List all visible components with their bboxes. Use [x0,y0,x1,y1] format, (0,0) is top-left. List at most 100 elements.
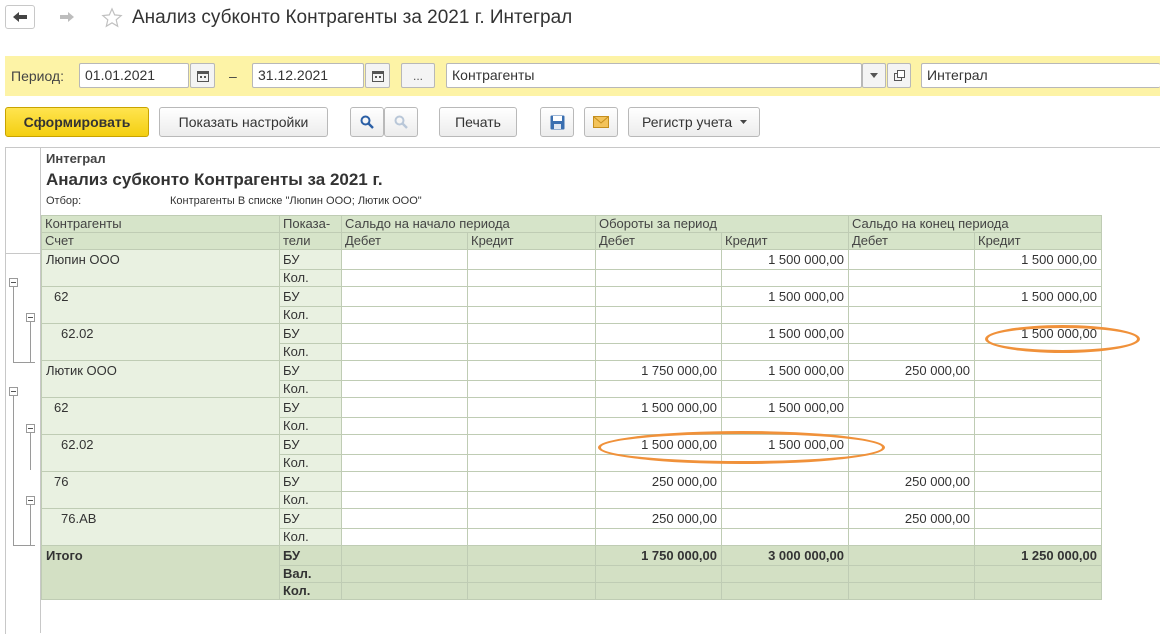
total-amount-cell[interactable] [848,545,975,566]
tree-collapse-icon[interactable] [26,496,35,505]
tree-collapse-icon[interactable] [9,387,18,396]
amount-cell[interactable] [848,397,975,418]
date-from-calendar-button[interactable] [190,63,215,88]
indicator-cell: Кол. [279,417,342,435]
amount-cell[interactable]: 1 500 000,00 [721,249,849,270]
show-settings-button[interactable]: Показать настройки [159,107,328,137]
amount-cell[interactable] [974,508,1102,529]
amount-cell[interactable]: 1 500 000,00 [721,323,849,344]
amount-cell[interactable]: 250 000,00 [848,360,975,381]
report-title: Анализ субконто Контрагенты за 2021 г. [46,170,383,189]
period-select-button[interactable]: ... [401,63,435,88]
amount-cell[interactable] [974,397,1102,418]
amount-cell[interactable] [595,286,722,307]
amount-cell[interactable] [341,286,468,307]
tree-collapse-icon[interactable] [26,424,35,433]
total-amount-cell [848,565,975,583]
amount-cell[interactable] [467,286,596,307]
indicator-cell: БУ [279,360,342,381]
amount-cell[interactable] [341,508,468,529]
subconto-type-field[interactable]: Контрагенты [446,63,862,88]
forward-button[interactable] [52,5,82,29]
amount-cell[interactable] [721,471,849,492]
total-amount-cell[interactable]: 1 250 000,00 [974,545,1102,566]
amount-cell[interactable] [848,323,975,344]
amount-cell[interactable] [974,360,1102,381]
tree-line [30,505,31,545]
amount-cell [467,380,596,398]
amount-cell[interactable]: 1 750 000,00 [595,360,722,381]
account-cell[interactable]: 62 [41,397,280,435]
amount-cell[interactable]: 1 500 000,00 [595,397,722,418]
subconto-dropdown-button[interactable] [862,63,886,88]
amount-cell[interactable] [974,471,1102,492]
amount-cell[interactable] [467,323,596,344]
total-amount-cell[interactable]: 1 750 000,00 [595,545,722,566]
amount-cell[interactable]: 250 000,00 [848,508,975,529]
amount-cell[interactable] [595,323,722,344]
back-button[interactable] [5,5,35,29]
amount-cell[interactable] [595,249,722,270]
favorite-star-icon[interactable] [101,7,123,29]
total-amount-cell [595,565,722,583]
amount-cell[interactable]: 1 500 000,00 [721,397,849,418]
account-cell[interactable]: 76.АВ [41,508,280,546]
register-button[interactable]: Регистр учета [628,107,760,137]
amount-cell[interactable] [848,286,975,307]
date-to-field[interactable]: 31.12.2021 [252,63,364,88]
report-table: Контрагенты Показа- Сальдо на начало пер… [41,215,1102,600]
save-button[interactable] [540,107,574,137]
amount-cell[interactable]: 1 500 000,00 [721,286,849,307]
account-cell[interactable]: 62.02 [41,323,280,361]
amount-cell[interactable] [341,471,468,492]
indicator-cell: Кол. [279,582,342,600]
account-cell[interactable]: 62.02 [41,434,280,472]
amount-cell[interactable] [341,323,468,344]
table-row: 62 БУ 1 500 000,00 1 500 000,00 [41,286,1102,324]
account-cell[interactable]: 62 [41,286,280,324]
highlight-ellipse [985,325,1140,353]
amount-cell[interactable] [848,249,975,270]
total-amount-cell[interactable] [467,545,596,566]
amount-cell[interactable]: 250 000,00 [848,471,975,492]
total-amount-cell[interactable]: 3 000 000,00 [721,545,849,566]
search-cancel-button[interactable] [384,107,418,137]
amount-cell[interactable]: 1 500 000,00 [974,286,1102,307]
amount-cell[interactable] [467,360,596,381]
amount-cell[interactable] [341,249,468,270]
search-button[interactable] [350,107,384,137]
date-from-field[interactable]: 01.01.2021 [79,63,189,88]
amount-cell[interactable]: 250 000,00 [595,508,722,529]
tree-collapse-icon[interactable] [9,278,18,287]
period-label: Период: [11,68,64,84]
amount-cell [974,306,1102,324]
amount-cell[interactable] [341,397,468,418]
amount-cell[interactable]: 1 500 000,00 [974,249,1102,270]
header-cell: Счет [41,232,280,250]
amount-cell[interactable] [467,471,596,492]
amount-cell[interactable] [341,434,468,455]
report-org: Интеграл [46,151,106,166]
amount-cell[interactable] [341,360,468,381]
subconto-open-button[interactable] [887,63,911,88]
amount-cell[interactable] [467,434,596,455]
amount-cell[interactable]: 1 500 000,00 [721,360,849,381]
amount-cell[interactable]: 250 000,00 [595,471,722,492]
email-button[interactable] [584,107,618,137]
account-cell[interactable]: Люпин ООО [41,249,280,287]
account-cell[interactable]: Лютик ООО [41,360,280,398]
generate-button[interactable]: Сформировать [5,107,149,137]
amount-cell[interactable] [467,249,596,270]
tree-collapse-icon[interactable] [26,313,35,322]
amount-cell [848,343,975,361]
amount-cell[interactable] [467,397,596,418]
print-button[interactable]: Печать [439,107,517,137]
amount-cell[interactable] [974,434,1102,455]
date-to-calendar-button[interactable] [365,63,390,88]
amount-cell[interactable] [721,508,849,529]
organization-field[interactable]: Интеграл [921,63,1160,88]
account-cell[interactable]: 76 [41,471,280,509]
amount-cell[interactable] [467,508,596,529]
total-amount-cell[interactable] [341,545,468,566]
indicator-cell: БУ [279,249,342,270]
